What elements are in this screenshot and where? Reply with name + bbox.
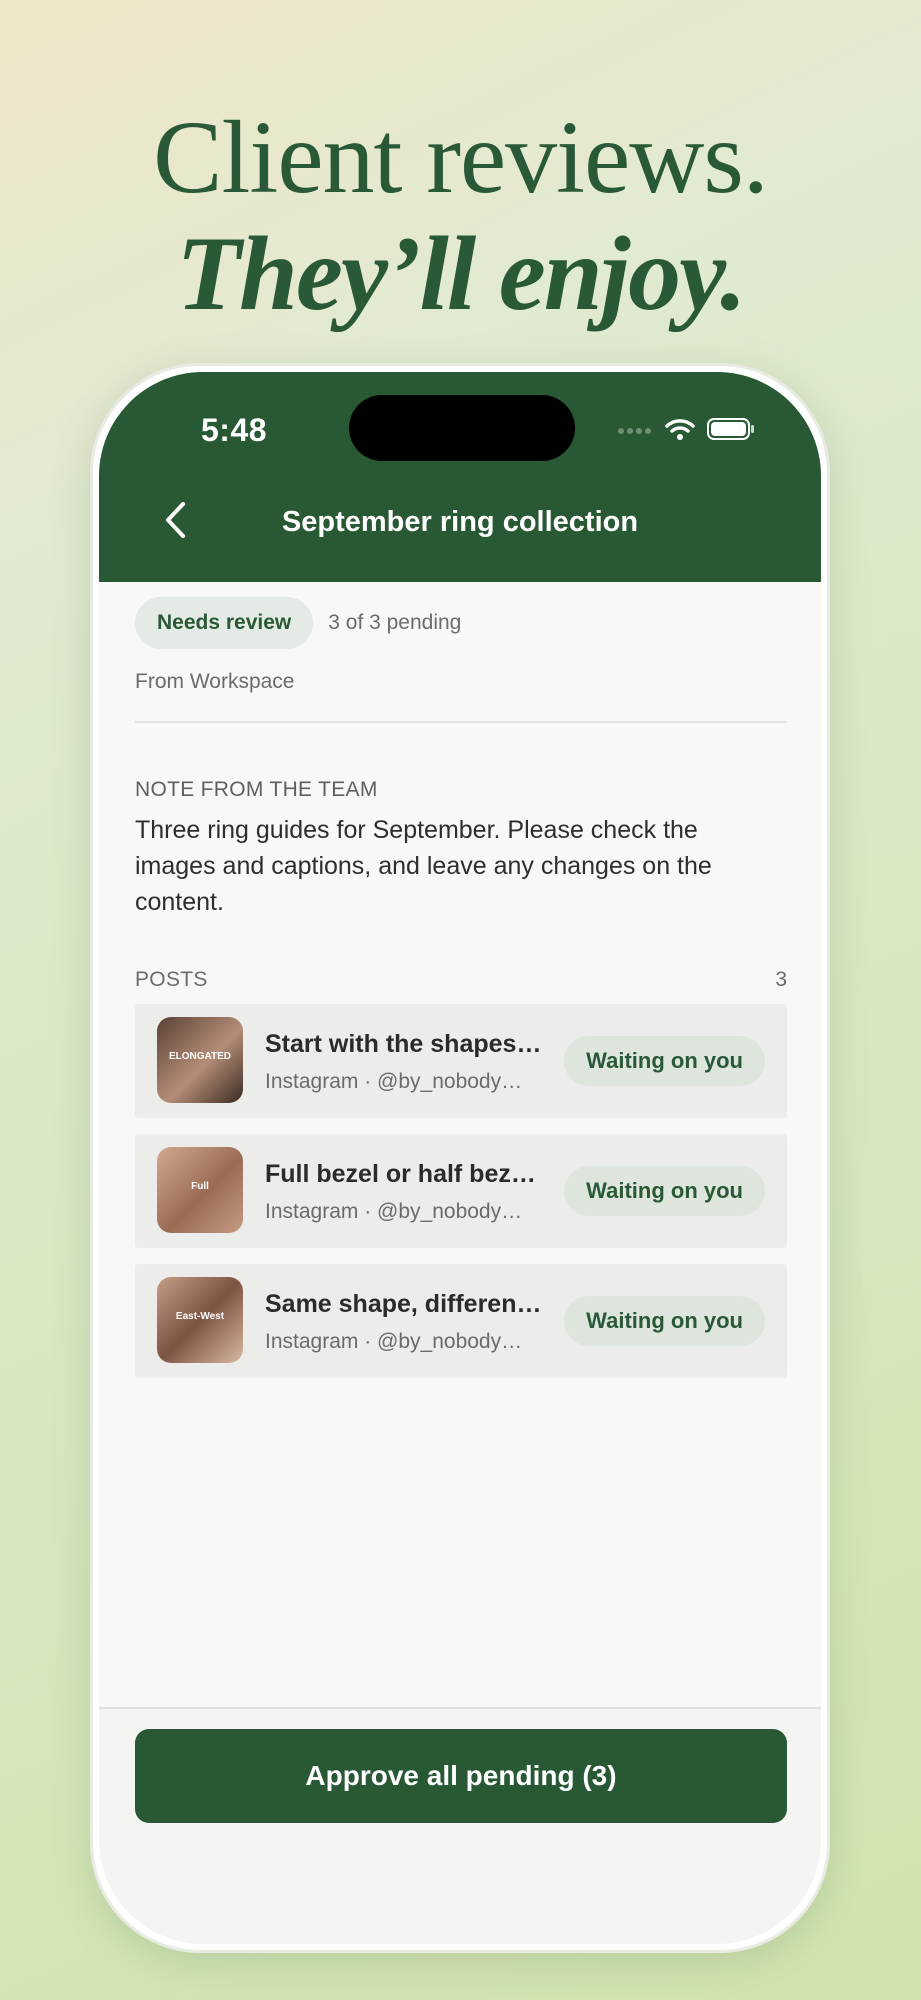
post-subtitle: Instagram · @by_nobody…: [265, 1330, 523, 1353]
status-time: 5:48: [201, 412, 268, 448]
status-badge: Waiting on you: [564, 1036, 765, 1086]
post-subtitle: Instagram · @by_nobody…: [265, 1200, 523, 1223]
post-thumbnail: Full: [157, 1147, 243, 1233]
status-badge: Waiting on you: [564, 1166, 765, 1216]
post-row[interactable]: Full Full bezel or half beze… Instagram …: [135, 1134, 787, 1248]
post-thumbnail: ELONGATED: [157, 1017, 243, 1103]
status-icons: [617, 416, 755, 446]
post-subtitle: Instagram · @by_nobody…: [265, 1070, 523, 1093]
thumbnail-caption: East-West: [175, 1311, 225, 1322]
approve-all-button[interactable]: Approve all pending (3): [135, 1729, 787, 1823]
review-status-row: Needs review 3 of 3 pending: [135, 597, 461, 649]
post-title: Full bezel or half beze…: [265, 1160, 545, 1188]
footer-bar: Approve all pending (3): [99, 1707, 821, 1944]
posts-label: POSTS: [135, 968, 208, 991]
needs-review-pill: Needs review: [135, 597, 314, 649]
headline-line-1: Client reviews.: [153, 100, 769, 215]
note-label: NOTE FROM THE TEAM: [135, 778, 378, 801]
note-text: Three ring guides for September. Please …: [135, 816, 712, 916]
phone-screen: 5:48 September ring collection Needs rev…: [99, 372, 821, 1944]
signal-icon: [617, 422, 653, 440]
post-title: Same shape, differen…: [265, 1290, 542, 1318]
thumbnail-caption: Full: [191, 1181, 209, 1192]
app-header: 5:48 September ring collection: [99, 372, 821, 582]
pending-count: 3 of 3 pending: [328, 611, 462, 634]
phone-frame: 5:48 September ring collection Needs rev…: [90, 363, 830, 1953]
post-row[interactable]: ELONGATED Start with the shapes… Instagr…: [135, 1004, 787, 1118]
page-title: September ring collection: [281, 506, 639, 538]
posts-count: 3: [775, 968, 787, 991]
dynamic-island: [349, 395, 575, 461]
headline-line-2: They’ll enjoy.: [176, 215, 747, 332]
divider: [135, 721, 787, 723]
status-badge: Waiting on you: [564, 1296, 765, 1346]
from-workspace: From Workspace: [135, 670, 295, 693]
battery-icon: [707, 417, 755, 446]
marketing-headline: Client reviews. They’ll enjoy.: [0, 100, 921, 332]
thumbnail-caption: ELONGATED: [168, 1051, 232, 1062]
post-thumbnail: East-West: [157, 1277, 243, 1363]
post-title: Start with the shapes…: [265, 1030, 542, 1058]
wifi-icon: [665, 417, 695, 446]
post-row[interactable]: East-West Same shape, differen… Instagra…: [135, 1264, 787, 1378]
